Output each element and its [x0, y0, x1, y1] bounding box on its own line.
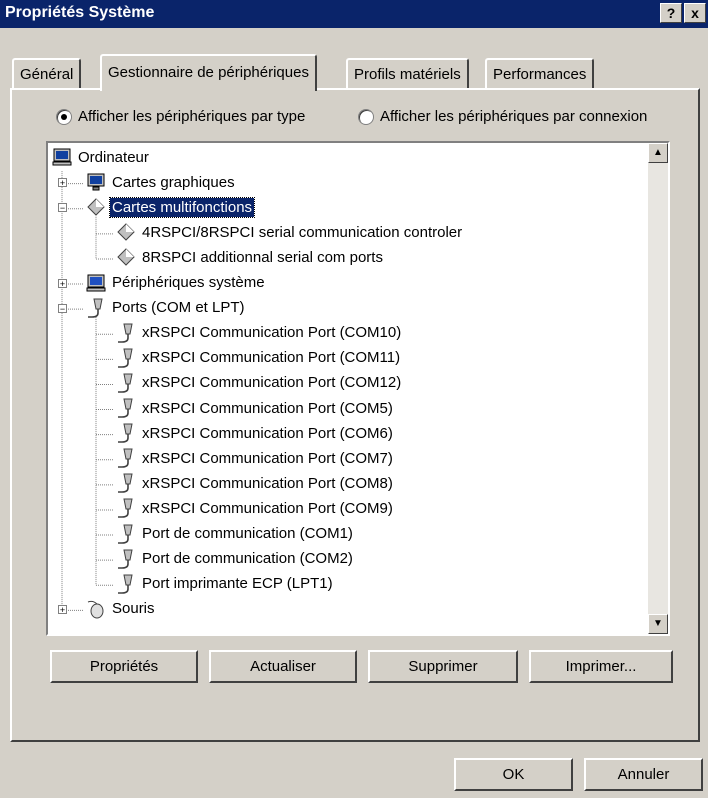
port-connector-icon — [116, 524, 136, 544]
system-devices-icon — [86, 273, 106, 293]
tree-node-label: 4RSPCI/8RSPCI serial communication contr… — [142, 223, 463, 241]
tree-root-node[interactable]: Ordinateur — [52, 146, 151, 168]
expand-icon[interactable]: + — [58, 278, 67, 288]
collapse-icon[interactable]: − — [58, 203, 67, 213]
remove-button[interactable]: Supprimer — [368, 650, 518, 683]
mouse-icon — [86, 599, 106, 619]
tree-node[interactable]: Souris — [86, 598, 157, 620]
tree-node-label: xRSPCI Communication Port (COM7) — [142, 449, 393, 467]
tree-node[interactable]: 4RSPCI/8RSPCI serial communication contr… — [116, 221, 464, 243]
tree-node-label: 8RSPCI additionnal serial com ports — [142, 248, 383, 266]
cancel-button[interactable]: Annuler — [584, 758, 703, 791]
multifunction-card-icon — [116, 247, 136, 267]
tree-node-label: xRSPCI Communication Port (COM6) — [142, 424, 393, 442]
window-title: Propriétés Système — [5, 4, 155, 21]
tree-node[interactable]: Cartes multifonctions — [86, 196, 256, 218]
tree-node-label: xRSPCI Communication Port (COM10) — [142, 324, 402, 342]
tree-node-label: xRSPCI Communication Port (COM12) — [142, 374, 402, 392]
radio-by-connection[interactable]: Afficher les périphériques par connexion — [358, 108, 647, 125]
properties-button[interactable]: Propriétés — [50, 650, 198, 683]
tree-node[interactable]: xRSPCI Communication Port (COM9) — [116, 497, 395, 519]
title-bar: Propriétés Système ? x — [0, 0, 708, 28]
tree-node[interactable]: xRSPCI Communication Port (COM5) — [116, 397, 395, 419]
tree-node[interactable]: xRSPCI Communication Port (COM6) — [116, 422, 395, 444]
tree-node-label: Cartes graphiques — [112, 173, 235, 191]
tree-node[interactable]: xRSPCI Communication Port (COM12) — [116, 372, 403, 394]
refresh-button[interactable]: Actualiser — [209, 650, 357, 683]
tree-node[interactable]: Ports (COM et LPT) — [86, 297, 247, 319]
radio-button-selected[interactable] — [56, 108, 72, 125]
tree-node[interactable]: 8RSPCI additionnal serial com ports — [116, 246, 385, 268]
vertical-scrollbar[interactable]: ▲ ▼ — [648, 143, 668, 634]
radio-by-type-label: Afficher les périphériques par type — [78, 108, 306, 125]
tree-node[interactable]: xRSPCI Communication Port (COM10) — [116, 322, 403, 344]
radio-by-connection-label: Afficher les périphériques par connexion — [380, 108, 648, 125]
tree-node[interactable]: Port de communication (COM1) — [116, 523, 355, 545]
ok-button[interactable]: OK — [454, 758, 573, 791]
port-connector-icon — [116, 323, 136, 343]
multifunction-card-icon — [86, 197, 106, 217]
radio-by-type[interactable]: Afficher les périphériques par type — [56, 108, 305, 125]
tree-node-label: Souris — [112, 600, 155, 618]
tree-node-label: Ports (COM et LPT) — [112, 299, 245, 317]
tree-node-label: Port imprimante ECP (LPT1) — [142, 575, 333, 593]
tree-node[interactable]: xRSPCI Communication Port (COM8) — [116, 472, 395, 494]
tree-node[interactable]: Cartes graphiques — [86, 171, 237, 193]
port-connector-icon — [116, 348, 136, 368]
display-adapter-icon — [86, 172, 106, 192]
collapse-icon[interactable]: − — [58, 303, 67, 313]
tab-hardware-profiles[interactable]: Profils matériels — [346, 58, 469, 89]
tree-node[interactable]: xRSPCI Communication Port (COM11) — [116, 347, 402, 369]
tab-device-manager[interactable]: Gestionnaire de périphériques — [100, 54, 317, 91]
scroll-down-button[interactable]: ▼ — [648, 614, 668, 634]
port-connector-icon — [86, 298, 106, 318]
tree-node-label: xRSPCI Communication Port (COM9) — [142, 499, 393, 517]
port-connector-icon — [116, 423, 136, 443]
tree-node-label: Cartes multifonctions — [108, 196, 256, 218]
port-connector-icon — [116, 398, 136, 418]
tab-performance[interactable]: Performances — [485, 58, 595, 89]
radio-button[interactable] — [358, 108, 374, 125]
port-connector-icon — [116, 574, 136, 594]
port-connector-icon — [116, 473, 136, 494]
port-connector-icon — [116, 549, 136, 569]
port-connector-icon — [116, 373, 136, 393]
tree-node-label: xRSPCI Communication Port (COM8) — [142, 474, 393, 492]
tree-node-label: xRSPCI Communication Port (COM5) — [142, 399, 393, 417]
print-button[interactable]: Imprimer... — [529, 650, 673, 683]
tree-node[interactable]: Port de communication (COM2) — [116, 548, 355, 570]
tree-node[interactable]: Port imprimante ECP (LPT1) — [116, 573, 335, 595]
expand-icon[interactable]: + — [58, 604, 67, 614]
help-button[interactable]: ? — [660, 3, 682, 23]
expand-icon[interactable]: + — [58, 178, 67, 188]
tree-node[interactable]: Périphériques système — [86, 272, 267, 294]
tree-node[interactable]: xRSPCI Communication Port (COM7) — [116, 447, 395, 469]
tree-node-label: Port de communication (COM2) — [142, 550, 353, 568]
multifunction-card-icon — [116, 222, 136, 242]
device-tree[interactable]: Ordinateur Cartes graphiques + Cartes multi… — [46, 141, 670, 636]
computer-icon — [52, 147, 72, 167]
tree-node-label: Port de communication (COM1) — [142, 525, 353, 542]
tree-node-label: Ordinateur — [78, 148, 149, 166]
port-connector-icon — [116, 448, 136, 468]
tab-general[interactable]: Général — [12, 58, 82, 89]
tree-node-label: xRSPCI Communication Port (COM11) — [142, 349, 401, 367]
tree-node-label: Périphériques système — [112, 274, 265, 291]
scroll-up-button[interactable]: ▲ — [648, 143, 668, 163]
close-button[interactable]: x — [684, 3, 706, 23]
port-connector-icon — [116, 498, 136, 519]
